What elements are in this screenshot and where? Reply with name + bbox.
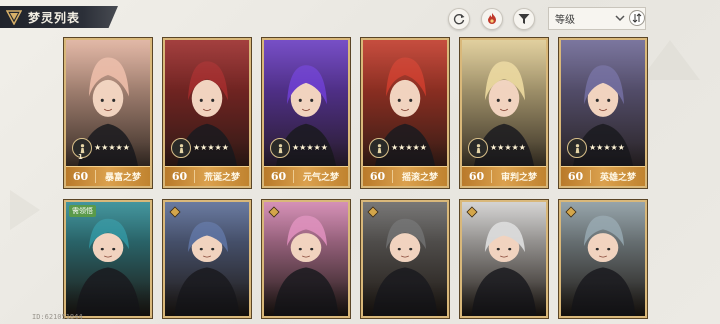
character-card[interactable]: 1 ★★★★★ 60 暴富之梦 bbox=[63, 37, 153, 189]
element-icon bbox=[169, 206, 181, 218]
character-name: 荒诞之梦 bbox=[203, 173, 240, 183]
element-icon bbox=[466, 206, 478, 218]
card-info-bar: 60 荒诞之梦 bbox=[165, 166, 249, 186]
rank-badge bbox=[468, 138, 488, 158]
sort-order-button[interactable] bbox=[629, 10, 645, 26]
rank-badge bbox=[369, 138, 389, 158]
rank-pawn-icon bbox=[179, 143, 183, 153]
character-card[interactable]: ★★★★★ 60 元气之梦 bbox=[261, 37, 351, 189]
character-name: 审判之梦 bbox=[500, 173, 537, 183]
star-rating: ★★★★★ bbox=[292, 143, 328, 152]
element-icon bbox=[565, 206, 577, 218]
element-icon bbox=[268, 206, 280, 218]
rank-number: 1 bbox=[78, 153, 83, 161]
rank-pawn-icon bbox=[377, 143, 381, 153]
card-info-bar: 60 摇滚之梦 bbox=[363, 166, 447, 186]
page-title: 梦灵列表 bbox=[28, 10, 81, 25]
rank-pawn-icon bbox=[80, 143, 84, 153]
background-shape bbox=[10, 190, 40, 230]
character-card[interactable]: 需领悟 bbox=[63, 199, 153, 319]
page-title-bar: 梦灵列表 bbox=[0, 6, 118, 28]
star-rating: ★★★★★ bbox=[391, 143, 427, 152]
rank-pawn-icon bbox=[575, 143, 579, 153]
character-card[interactable] bbox=[558, 199, 648, 319]
level-value: 60 bbox=[264, 170, 294, 183]
chevron-down-icon bbox=[615, 15, 625, 22]
rank-pawn-icon bbox=[476, 143, 480, 153]
character-name: 英雄之梦 bbox=[599, 173, 636, 183]
logo-icon bbox=[6, 10, 22, 25]
card-info-bar: 60 英雄之梦 bbox=[561, 166, 645, 186]
rank-badge bbox=[270, 138, 290, 158]
sort-order-icon bbox=[632, 13, 642, 23]
refresh-icon bbox=[453, 14, 465, 25]
rank-badge bbox=[567, 138, 587, 158]
level-value: 60 bbox=[462, 170, 492, 183]
card-info-bar: 60 审判之梦 bbox=[462, 166, 546, 186]
character-name: 摇滚之梦 bbox=[401, 173, 438, 183]
character-card[interactable]: ★★★★★ 60 荒诞之梦 bbox=[162, 37, 252, 189]
sort-label: 等级 bbox=[555, 15, 575, 26]
card-info-bar: 60 元气之梦 bbox=[264, 166, 348, 186]
background-shape bbox=[640, 40, 700, 80]
refresh-button[interactable] bbox=[448, 8, 470, 30]
rank-pawn-icon bbox=[278, 143, 282, 153]
level-value: 60 bbox=[561, 170, 591, 183]
filter-button[interactable] bbox=[513, 8, 535, 30]
star-rating: ★★★★★ bbox=[490, 143, 526, 152]
character-card[interactable] bbox=[162, 199, 252, 319]
user-id-label: ID:621051844 bbox=[32, 313, 83, 321]
status-tag: 需领悟 bbox=[69, 205, 96, 217]
level-value: 60 bbox=[66, 170, 96, 183]
character-card[interactable] bbox=[459, 199, 549, 319]
character-name: 暴富之梦 bbox=[104, 173, 141, 183]
filter-funnel-icon bbox=[518, 14, 530, 24]
level-value: 60 bbox=[363, 170, 393, 183]
element-icon bbox=[367, 206, 379, 218]
character-card[interactable]: ★★★★★ 60 摇滚之梦 bbox=[360, 37, 450, 189]
element-filter-button[interactable] bbox=[481, 8, 503, 30]
card-info-bar: 60 暴富之梦 bbox=[66, 166, 150, 186]
character-card[interactable]: ★★★★★ 60 英雄之梦 bbox=[558, 37, 648, 189]
level-value: 60 bbox=[165, 170, 195, 183]
star-rating: ★★★★★ bbox=[94, 143, 130, 152]
rank-badge bbox=[171, 138, 191, 158]
filter-flame-icon bbox=[488, 13, 496, 24]
character-card[interactable] bbox=[360, 199, 450, 319]
character-card[interactable] bbox=[261, 199, 351, 319]
character-card[interactable]: ★★★★★ 60 审判之梦 bbox=[459, 37, 549, 189]
star-rating: ★★★★★ bbox=[193, 143, 229, 152]
star-rating: ★★★★★ bbox=[589, 143, 625, 152]
sort-dropdown[interactable]: 等级 bbox=[548, 7, 646, 30]
character-name: 元气之梦 bbox=[302, 173, 339, 183]
